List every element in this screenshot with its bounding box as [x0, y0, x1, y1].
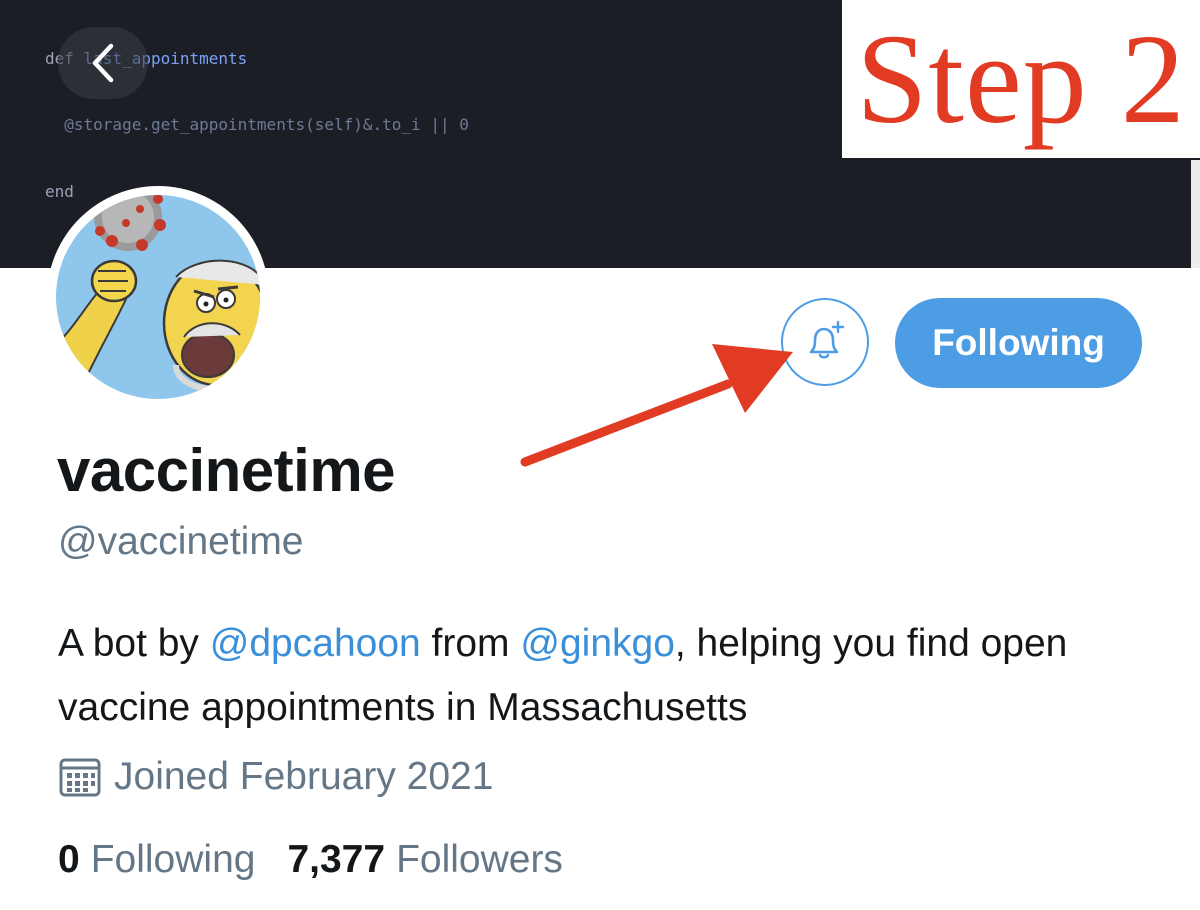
joined-date: Joined February 2021 [58, 755, 493, 799]
bell-plus-icon [809, 320, 845, 359]
follow-stats: 0 Following 7,377 Followers [58, 838, 595, 882]
bio: A bot by @dpcahoon from @ginkgo, helping… [58, 612, 1178, 740]
joined-label: Joined February 2021 [114, 755, 494, 798]
bio-text: A bot by [58, 622, 210, 665]
following-label: Following [90, 838, 256, 881]
avatar-image [56, 195, 260, 399]
avatar[interactable] [47, 186, 269, 408]
virus-illustration [90, 195, 166, 251]
step-overlay: Step 2 [842, 0, 1200, 158]
step-label: Step 2 [856, 8, 1186, 150]
calendar-icon [59, 758, 101, 797]
code-line: end [45, 182, 74, 202]
bio-text: from [420, 622, 521, 665]
mention-link-ginkgo[interactable]: @ginkgo [520, 622, 675, 665]
cartoon-face [162, 259, 260, 392]
notifications-button[interactable] [781, 298, 869, 386]
followers-stat[interactable]: 7,377 Followers [287, 838, 562, 882]
code-line: @storage.get_appointments(self)&.to_i ||… [45, 115, 469, 135]
fist [90, 259, 138, 303]
following-stat[interactable]: 0 Following [58, 838, 255, 882]
display-name: vaccinetime [57, 437, 396, 504]
back-button[interactable] [58, 27, 148, 99]
chevron-left-icon [92, 43, 114, 83]
followers-count: 7,377 [287, 838, 386, 881]
mention-link-dpcahoon[interactable]: @dpcahoon [210, 622, 421, 665]
scrollbar[interactable] [1191, 160, 1200, 268]
following-button[interactable]: Following [895, 298, 1142, 388]
user-handle: @vaccinetime [58, 520, 304, 563]
followers-label: Followers [396, 838, 563, 881]
following-count: 0 [58, 838, 80, 881]
